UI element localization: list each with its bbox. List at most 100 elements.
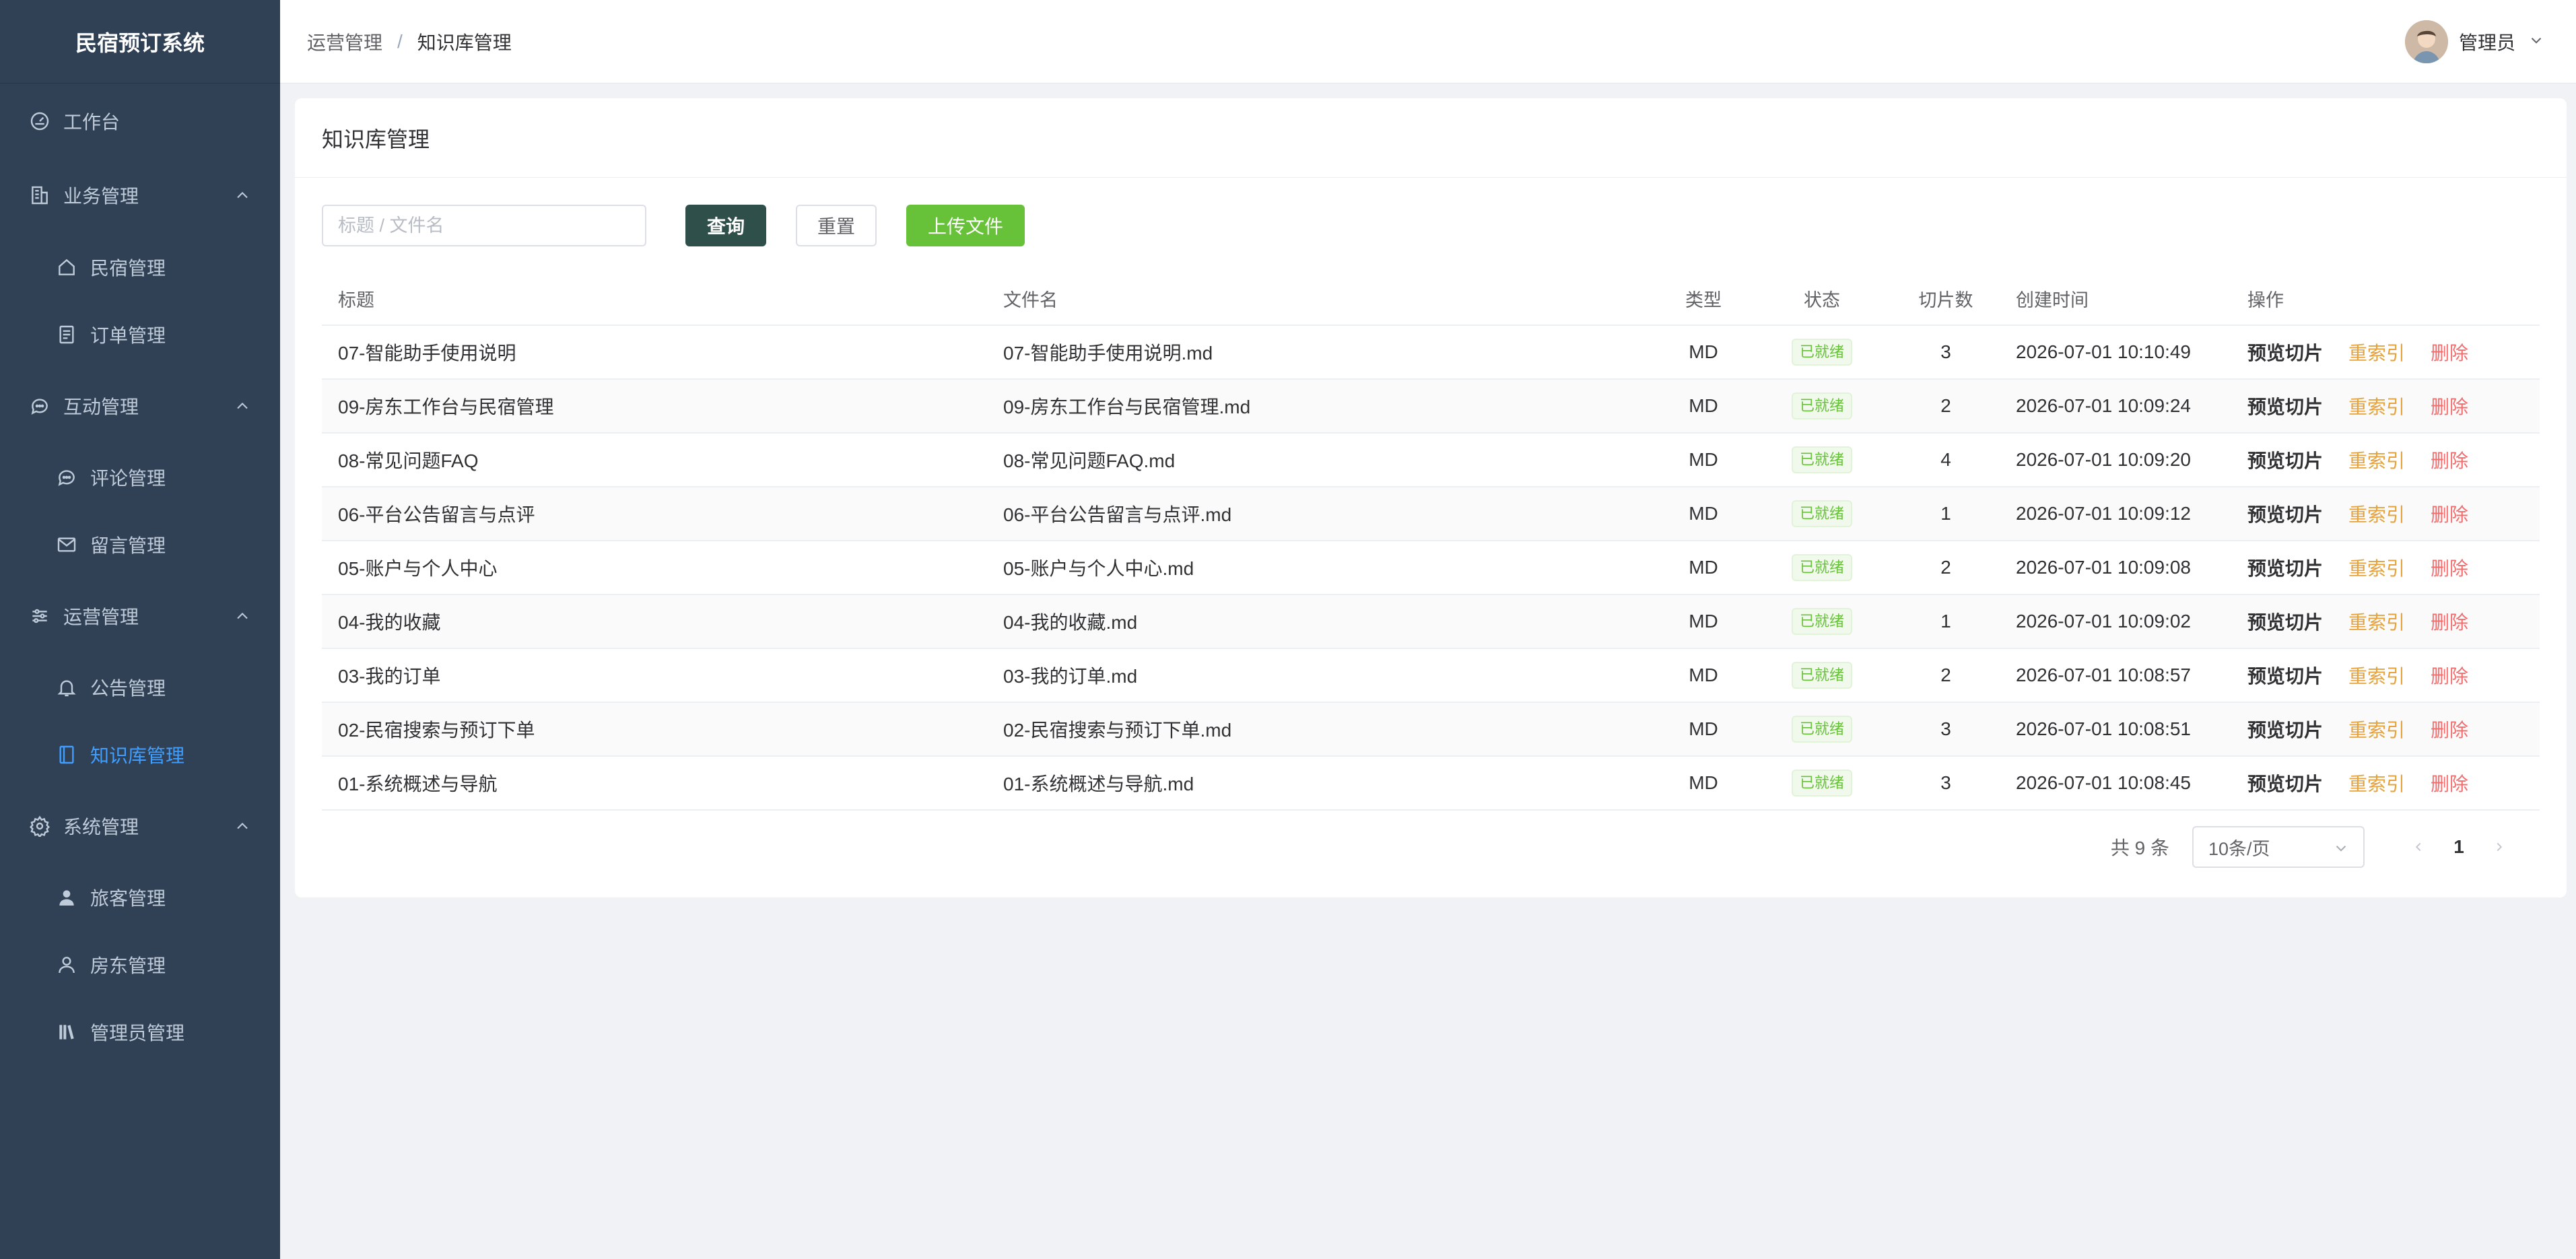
column-header-title: 标题 bbox=[338, 290, 374, 310]
reindex-button[interactable]: 重索引 bbox=[2348, 500, 2405, 527]
reindex-button[interactable]: 重索引 bbox=[2348, 608, 2405, 635]
delete-button[interactable]: 删除 bbox=[2431, 716, 2468, 743]
status-badge: 已就绪 bbox=[1791, 662, 1852, 689]
sidebar-item-announcements[interactable]: 公告管理 bbox=[0, 654, 280, 721]
user-menu[interactable]: 管理员 bbox=[2404, 20, 2545, 63]
delete-button[interactable]: 删除 bbox=[2431, 500, 2468, 527]
breadcrumb-current: 知识库管理 bbox=[417, 32, 512, 53]
sidebar-item-label: 工作台 bbox=[63, 112, 121, 133]
pagination-total: 共 9 条 bbox=[2110, 838, 2169, 858]
sidebar-item-orders[interactable]: 订单管理 bbox=[0, 301, 280, 368]
delete-button[interactable]: 删除 bbox=[2431, 608, 2468, 635]
cell-title: 09-房东工作台与民宿管理 bbox=[338, 397, 554, 417]
delete-button[interactable]: 删除 bbox=[2431, 339, 2468, 366]
delete-button[interactable]: 删除 bbox=[2431, 662, 2468, 689]
next-page-button[interactable] bbox=[2479, 826, 2519, 868]
sidebar-item-admins[interactable]: 管理员管理 bbox=[0, 998, 280, 1066]
cell-status: 已就绪 bbox=[1755, 339, 1889, 366]
reindex-button[interactable]: 重索引 bbox=[2348, 554, 2405, 581]
preview-chunks-button[interactable]: 预览切片 bbox=[2247, 608, 2323, 635]
preview-chunks-button[interactable]: 预览切片 bbox=[2247, 446, 2323, 473]
cell-title: 03-我的订单 bbox=[338, 666, 441, 687]
reindex-button[interactable]: 重索引 bbox=[2348, 716, 2405, 743]
sidebar-group-business[interactable]: 业务管理 bbox=[0, 162, 280, 229]
page-number-current[interactable]: 1 bbox=[2439, 826, 2479, 868]
delete-button[interactable]: 删除 bbox=[2431, 770, 2468, 796]
table-row: 02-民宿搜索与预订下单 02-民宿搜索与预订下单.md MD 已就绪 3 2026-07… bbox=[322, 703, 2540, 757]
chat-icon bbox=[28, 395, 51, 417]
sidebar-item-homestay[interactable]: 民宿管理 bbox=[0, 234, 280, 301]
chevron-up-icon bbox=[233, 607, 252, 625]
cell-chunk-count: 3 bbox=[1940, 718, 1951, 739]
reindex-button[interactable]: 重索引 bbox=[2348, 393, 2405, 419]
search-input[interactable] bbox=[322, 205, 646, 246]
reindex-button[interactable]: 重索引 bbox=[2348, 339, 2405, 366]
page-size-value: 10条/页 bbox=[2208, 838, 2270, 859]
sidebar-item-landlords[interactable]: 房东管理 bbox=[0, 931, 280, 998]
sidebar-item-label: 互动管理 bbox=[63, 397, 139, 417]
cell-status: 已就绪 bbox=[1755, 393, 1889, 419]
building-icon bbox=[28, 184, 51, 207]
breadcrumb-item[interactable]: 运营管理 bbox=[307, 28, 382, 55]
avatar[interactable] bbox=[2404, 20, 2448, 63]
bell-icon bbox=[55, 676, 78, 699]
page-size-select[interactable]: 10条/页 bbox=[2192, 826, 2365, 868]
app-brand: 民宿预订系统 bbox=[0, 0, 280, 83]
prev-page-button[interactable] bbox=[2398, 826, 2439, 868]
cell-type: MD bbox=[1689, 772, 1718, 793]
cell-status: 已就绪 bbox=[1755, 770, 1889, 796]
cell-chunk-count: 1 bbox=[1940, 611, 1951, 632]
reindex-button[interactable]: 重索引 bbox=[2348, 662, 2405, 689]
cell-chunk-count: 3 bbox=[1940, 341, 1951, 362]
top-header: 运营管理 / 知识库管理 管理员 bbox=[280, 0, 2576, 83]
delete-button[interactable]: 删除 bbox=[2431, 554, 2468, 581]
table-row: 07-智能助手使用说明 07-智能助手使用说明.md MD 已就绪 3 2026-07-0… bbox=[322, 326, 2540, 380]
delete-button[interactable]: 删除 bbox=[2431, 446, 2468, 473]
chevron-up-icon bbox=[233, 817, 252, 836]
sidebar-item-travelers[interactable]: 旅客管理 bbox=[0, 864, 280, 931]
status-badge: 已就绪 bbox=[1791, 446, 1852, 473]
preview-chunks-button[interactable]: 预览切片 bbox=[2247, 770, 2323, 796]
sidebar-group-system[interactable]: 系统管理 bbox=[0, 792, 280, 860]
user-icon bbox=[55, 953, 78, 976]
sidebar-item-comments[interactable]: 评论管理 bbox=[0, 444, 280, 511]
knowledge-base-card: 知识库管理 查询 重置 上传文件 标题 文件名 类型 状态 切片数 创建时间 操… bbox=[295, 98, 2567, 897]
cell-created-time: 2026-07-01 10:09:24 bbox=[2016, 395, 2191, 416]
cell-file-name: 02-民宿搜索与预订下单.md bbox=[1003, 720, 1232, 741]
preview-chunks-button[interactable]: 预览切片 bbox=[2247, 500, 2323, 527]
cell-chunk-count: 4 bbox=[1940, 449, 1951, 470]
sidebar-item-label: 公告管理 bbox=[90, 678, 166, 699]
reindex-button[interactable]: 重索引 bbox=[2348, 446, 2405, 473]
sidebar-item-dashboard[interactable]: 工作台 bbox=[0, 88, 280, 155]
cell-file-name: 03-我的订单.md bbox=[1003, 666, 1138, 687]
pagination: 共 9 条 10条/页 1 bbox=[2111, 826, 2519, 868]
reindex-button[interactable]: 重索引 bbox=[2348, 770, 2405, 796]
table-row: 06-平台公告留言与点评 06-平台公告留言与点评.md MD 已就绪 1 2026-07… bbox=[322, 487, 2540, 541]
status-badge: 已就绪 bbox=[1791, 770, 1852, 796]
status-badge: 已就绪 bbox=[1791, 393, 1852, 419]
chevron-up-icon bbox=[233, 186, 252, 205]
delete-button[interactable]: 删除 bbox=[2431, 393, 2468, 419]
preview-chunks-button[interactable]: 预览切片 bbox=[2247, 662, 2323, 689]
upload-file-button[interactable]: 上传文件 bbox=[906, 205, 1025, 246]
cell-file-name: 06-平台公告留言与点评.md bbox=[1003, 504, 1232, 525]
preview-chunks-button[interactable]: 预览切片 bbox=[2247, 716, 2323, 743]
sidebar-group-operations[interactable]: 运营管理 bbox=[0, 582, 280, 650]
cell-created-time: 2026-07-01 10:10:49 bbox=[2016, 341, 2191, 362]
column-header-status: 状态 bbox=[1804, 290, 1840, 310]
column-header-file: 文件名 bbox=[1003, 290, 1058, 310]
query-button[interactable]: 查询 bbox=[685, 205, 766, 246]
sidebar: 民宿预订系统 工作台 业务管理 民宿管理 订单管理 互动管理 评论管理 留言管理… bbox=[0, 0, 280, 1259]
preview-chunks-button[interactable]: 预览切片 bbox=[2247, 554, 2323, 581]
preview-chunks-button[interactable]: 预览切片 bbox=[2247, 339, 2323, 366]
preview-chunks-button[interactable]: 预览切片 bbox=[2247, 393, 2323, 419]
sidebar-item-knowledge-base[interactable]: 知识库管理 bbox=[0, 721, 280, 788]
sidebar-item-messages[interactable]: 留言管理 bbox=[0, 511, 280, 578]
sidebar-group-interaction[interactable]: 互动管理 bbox=[0, 372, 280, 440]
sidebar-item-label: 留言管理 bbox=[90, 535, 166, 556]
cell-status: 已就绪 bbox=[1755, 662, 1889, 689]
reset-button[interactable]: 重置 bbox=[796, 205, 877, 246]
cell-title: 05-账户与个人中心 bbox=[338, 558, 498, 579]
cell-chunk-count: 2 bbox=[1940, 665, 1951, 685]
cell-actions: 预览切片 重索引 删除 bbox=[2231, 554, 2540, 581]
